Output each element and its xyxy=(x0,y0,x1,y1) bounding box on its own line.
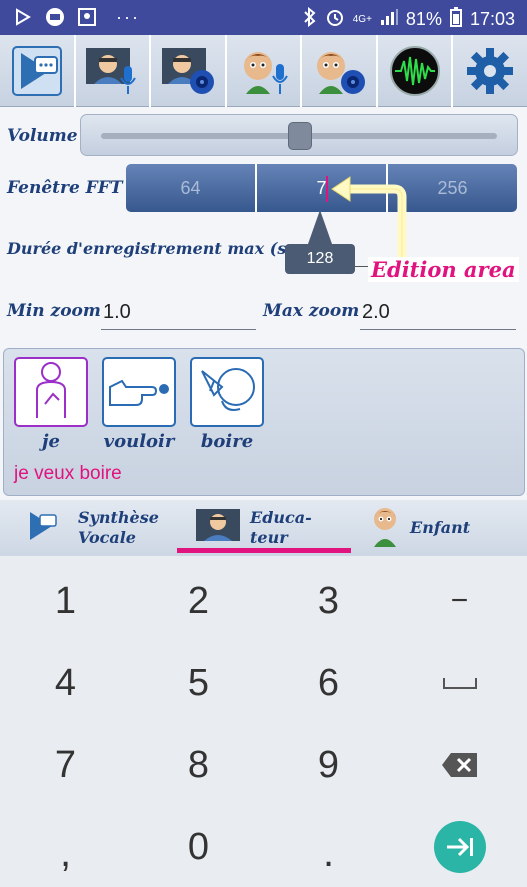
key-0[interactable]: 0 xyxy=(133,806,264,887)
child-icon xyxy=(368,505,402,552)
annotation-arrow-icon xyxy=(331,176,407,265)
tab-enfant-label: Enfant xyxy=(410,518,471,537)
speech-synthesis-icon xyxy=(26,509,60,548)
volume-slider[interactable] xyxy=(80,114,518,156)
clock: 17:03 xyxy=(469,9,515,29)
composed-sentence: je veux boire xyxy=(14,463,122,484)
translate-app-icon xyxy=(44,6,66,28)
educator-record-icon xyxy=(83,43,141,99)
text-cursor xyxy=(326,176,328,202)
fft-option-0[interactable]: 64 xyxy=(126,164,257,212)
tab-enfant[interactable]: Enfant xyxy=(368,500,470,556)
tab-educateur-line1: Educa- xyxy=(250,508,312,527)
bluetooth-icon xyxy=(303,6,317,32)
tab-synthese-line2: Vocale xyxy=(78,528,136,547)
settings-gear-icon xyxy=(461,43,519,99)
volume-thumb[interactable] xyxy=(288,122,312,150)
battery-icon xyxy=(449,7,462,32)
educator-icon xyxy=(194,507,242,550)
pictogram-word-boire: boire xyxy=(200,431,254,452)
tooltip-pointer xyxy=(308,210,332,244)
toolbar-child-play-button[interactable] xyxy=(302,35,378,107)
min-zoom-label: Min zoom xyxy=(7,301,101,321)
child-play-icon xyxy=(310,43,368,99)
key-2[interactable]: 2 xyxy=(133,560,264,642)
alarm-icon xyxy=(325,7,345,32)
child-record-icon xyxy=(235,43,293,99)
key-8[interactable]: 8 xyxy=(133,724,264,806)
tab-educateur-label: Educa- teur xyxy=(250,508,312,548)
toolbar-educator-record-button[interactable] xyxy=(76,35,152,107)
toolbar-settings-button[interactable] xyxy=(453,35,527,107)
max-zoom-input[interactable]: 2.0 xyxy=(360,296,516,330)
key-space[interactable] xyxy=(394,642,525,724)
go-icon xyxy=(433,821,486,873)
gallery-icon xyxy=(76,6,98,28)
key-period[interactable]: . xyxy=(263,806,394,887)
numeric-keypad: 1 2 3− 4 5 6 7 8 9, 0. xyxy=(0,556,527,887)
key-7[interactable]: 7 xyxy=(0,724,131,806)
fft-label: Fenêtre FFT xyxy=(7,178,123,198)
volume-label: Volume xyxy=(7,126,78,146)
key-6[interactable]: 6 xyxy=(263,642,394,724)
toolbar-child-record-button[interactable] xyxy=(227,35,303,107)
toolbar-speech-synthesis-button[interactable] xyxy=(0,35,76,107)
key-comma[interactable]: , xyxy=(0,806,131,887)
tab-synthese-label: Synthèse Vocale xyxy=(78,508,159,548)
drinking-icon xyxy=(196,361,258,424)
person-pointing-self-icon xyxy=(23,360,79,425)
toolbar-educator-play-button[interactable] xyxy=(151,35,227,107)
pictogram-card-je[interactable] xyxy=(14,357,88,427)
tab-synthese-line1: Synthèse xyxy=(78,508,159,527)
pictogram-card-boire[interactable] xyxy=(190,357,264,427)
hand-pointing-icon xyxy=(106,365,172,420)
key-1[interactable]: 1 xyxy=(0,560,131,642)
battery-percent: 81% xyxy=(405,9,442,29)
key-4[interactable]: 4 xyxy=(0,642,131,724)
more-notifications-icon: ··· xyxy=(116,6,140,27)
space-icon xyxy=(442,678,477,689)
signal-icon xyxy=(380,8,398,31)
speech-synthesis-icon xyxy=(8,43,66,99)
key-minus[interactable]: − xyxy=(394,560,525,642)
key-5[interactable]: 5 xyxy=(133,642,264,724)
educator-play-icon xyxy=(159,43,217,99)
key-3[interactable]: 3 xyxy=(263,560,394,642)
fft-window-selector[interactable]: 64 7 256 xyxy=(126,164,517,212)
max-zoom-label: Max zoom xyxy=(263,301,360,321)
toolbar-waveform-button[interactable] xyxy=(378,35,454,107)
key-backspace[interactable] xyxy=(394,724,525,806)
main-toolbar xyxy=(0,35,527,107)
waveform-icon xyxy=(386,43,444,99)
duration-label: Durée d'enregistrement max (sec xyxy=(7,239,307,258)
play-store-icon xyxy=(12,6,34,28)
network-type: 4G+ xyxy=(352,13,372,25)
edition-area-annotation: Edition area xyxy=(368,257,519,282)
tab-synthese-vocale[interactable]: Synthèse Vocale xyxy=(26,500,159,556)
pictogram-word-vouloir: vouloir xyxy=(103,431,175,452)
backspace-icon xyxy=(441,753,477,777)
active-tab-indicator xyxy=(177,548,351,553)
status-bar: ··· 4G+ 81% 17:03 xyxy=(0,0,527,35)
pictogram-sentence-panel: je vouloir boire je veux boire xyxy=(3,348,525,496)
min-zoom-input[interactable]: 1.0 xyxy=(101,296,256,330)
tab-educateur-line2: teur xyxy=(250,528,288,547)
key-9[interactable]: 9 xyxy=(263,724,394,806)
pictogram-card-vouloir[interactable] xyxy=(102,357,176,427)
key-go[interactable] xyxy=(394,806,525,887)
pictogram-word-je: je xyxy=(42,431,60,452)
